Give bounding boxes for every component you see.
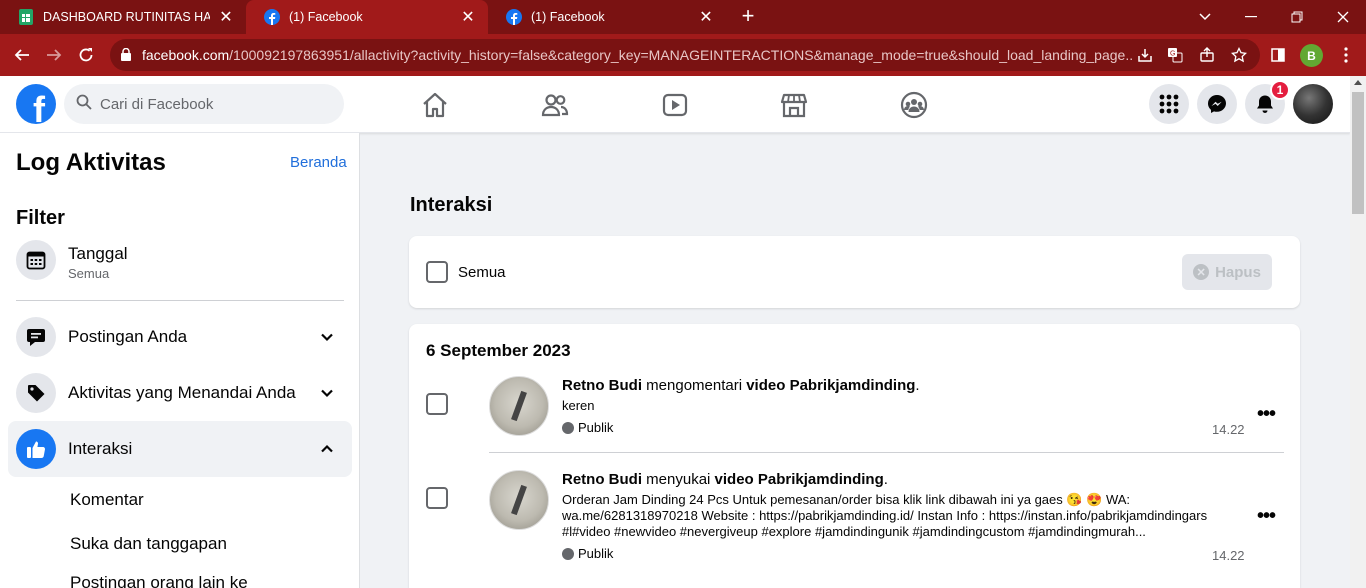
activity-time: 14.22 xyxy=(1212,422,1245,437)
chevron-down-icon[interactable] xyxy=(320,386,334,400)
select-all-label: Semua xyxy=(458,264,506,281)
activity-thumbnail[interactable] xyxy=(489,470,549,530)
browser-tab-facebook-active[interactable]: (1) Facebook ✕ xyxy=(246,0,488,34)
install-icon[interactable] xyxy=(1136,46,1154,64)
section-title: Interaksi xyxy=(410,194,493,216)
forward-arrow-icon[interactable] xyxy=(42,43,66,67)
svg-text:G: G xyxy=(1170,51,1175,58)
activity-summary[interactable]: Retno Budi menyukai video Pabrikjamdindi… xyxy=(562,471,888,488)
browser-profile-avatar[interactable]: B xyxy=(1300,44,1323,67)
tab-title: DASHBOARD RUTINITAS HARIAN xyxy=(43,10,210,24)
search-box[interactable] xyxy=(64,84,344,124)
browser-tab-dashboard[interactable]: DASHBOARD RUTINITAS HARIAN ✕ xyxy=(0,0,246,34)
select-all-checkbox[interactable] xyxy=(426,261,448,283)
thumbs-up-icon xyxy=(16,429,56,469)
messenger-icon[interactable] xyxy=(1197,84,1237,124)
date-filter-label: Tanggal xyxy=(68,244,128,263)
delete-x-icon: ✕ xyxy=(1193,264,1210,280)
activity-checkbox[interactable] xyxy=(426,393,448,415)
activity-thumbnail[interactable] xyxy=(489,376,549,436)
groups-icon[interactable] xyxy=(897,88,931,122)
chevron-up-icon[interactable] xyxy=(320,442,334,456)
delete-button[interactable]: ✕ Hapus xyxy=(1182,254,1272,290)
notification-badge: 1 xyxy=(1270,80,1290,100)
close-tab-icon[interactable]: ✕ xyxy=(218,7,234,27)
divider xyxy=(16,300,344,301)
comment-icon xyxy=(16,317,56,357)
friends-icon[interactable] xyxy=(538,88,572,122)
category-interactions[interactable]: Interaksi xyxy=(8,421,352,477)
restore-button[interactable] xyxy=(1274,0,1320,34)
kebab-menu-icon[interactable] xyxy=(1334,43,1358,67)
facebook-icon xyxy=(264,9,280,25)
new-tab-button[interactable]: + xyxy=(736,5,760,29)
facebook-header: f xyxy=(0,76,1350,133)
activity-list-card: 6 September 2023 Retno Budi mengomentari… xyxy=(409,324,1300,588)
close-tab-icon[interactable]: ✕ xyxy=(460,7,476,27)
marketplace-icon[interactable] xyxy=(777,88,811,122)
calendar-icon xyxy=(16,240,56,280)
sub-item-others-posts[interactable]: Postingan orang lain ke xyxy=(70,573,248,588)
tab-title: (1) Facebook xyxy=(289,10,363,24)
close-tab-icon[interactable]: ✕ xyxy=(698,7,714,27)
more-options-icon[interactable]: ••• xyxy=(1256,505,1276,527)
privacy-label: Publik xyxy=(562,420,613,435)
category-label: Postingan Anda xyxy=(68,327,188,346)
address-bar[interactable]: facebook.com/100092197863951/allactivity… xyxy=(110,39,1260,71)
sub-item-comments[interactable]: Komentar xyxy=(70,490,144,510)
close-window-button[interactable] xyxy=(1320,0,1366,34)
facebook-icon xyxy=(506,9,522,25)
minimize-button[interactable] xyxy=(1228,0,1274,34)
bookmark-star-icon[interactable] xyxy=(1230,46,1248,64)
share-icon[interactable] xyxy=(1198,46,1216,64)
category-label: Interaksi xyxy=(68,439,133,458)
sheets-icon xyxy=(18,9,34,25)
watch-icon[interactable] xyxy=(658,88,692,122)
lock-icon[interactable] xyxy=(121,47,131,62)
privacy-label: Publik xyxy=(562,546,613,561)
delete-button-label: Hapus xyxy=(1215,263,1261,281)
globe-icon xyxy=(562,547,574,560)
account-avatar[interactable] xyxy=(1293,84,1333,124)
home-icon[interactable] xyxy=(418,88,452,122)
activity-checkbox[interactable] xyxy=(426,487,448,509)
date-filter[interactable]: Tanggal Semua xyxy=(8,232,352,288)
browser-tab-facebook[interactable]: (1) Facebook ✕ xyxy=(488,0,726,34)
activity-post-text: Orderan Jam Dinding 24 Pcs Untuk pemesan… xyxy=(562,492,1208,539)
filter-heading: Filter xyxy=(16,207,65,229)
chevron-down-icon[interactable] xyxy=(320,330,334,344)
facebook-logo[interactable]: f xyxy=(16,84,56,124)
scrollbar-thumb[interactable] xyxy=(1352,92,1364,214)
menu-grid-icon[interactable] xyxy=(1149,84,1189,124)
url-text[interactable]: facebook.com/100092197863951/allactivity… xyxy=(142,47,1132,63)
tab-search-icon[interactable] xyxy=(1182,0,1228,34)
home-link[interactable]: Beranda xyxy=(290,154,347,171)
search-input[interactable] xyxy=(100,95,320,113)
date-heading: 6 September 2023 xyxy=(426,341,571,360)
reload-icon[interactable] xyxy=(74,43,98,67)
more-options-icon[interactable]: ••• xyxy=(1256,403,1276,425)
scroll-up-arrow-icon[interactable] xyxy=(1354,80,1362,85)
activity-log-sidebar: Log Aktivitas Beranda Filter Tanggal Sem… xyxy=(0,133,360,588)
date-filter-value: Semua xyxy=(68,266,110,281)
page-title: Log Aktivitas xyxy=(16,149,166,176)
sub-item-likes-reactions[interactable]: Suka dan tanggapan xyxy=(70,534,227,554)
activity-time: 14.22 xyxy=(1212,548,1245,563)
category-tagged-activity[interactable]: Aktivitas yang Menandai Anda xyxy=(8,365,352,421)
category-label: Aktivitas yang Menandai Anda xyxy=(68,383,296,402)
row-divider xyxy=(489,452,1284,453)
globe-icon xyxy=(562,421,574,434)
side-panel-icon[interactable] xyxy=(1266,43,1290,67)
back-arrow-icon[interactable] xyxy=(10,43,34,67)
browser-toolbar: facebook.com/100092197863951/allactivity… xyxy=(0,34,1366,76)
category-your-posts[interactable]: Postingan Anda xyxy=(8,309,352,365)
tab-title: (1) Facebook xyxy=(531,10,605,24)
activity-summary[interactable]: Retno Budi mengomentari video Pabrikjamd… xyxy=(562,377,920,394)
translate-icon[interactable]: G xyxy=(1166,46,1184,64)
search-icon xyxy=(76,94,92,115)
activity-comment-text: keren xyxy=(562,398,595,413)
browser-tab-bar: DASHBOARD RUTINITAS HARIAN ✕ (1) Faceboo… xyxy=(0,0,1366,34)
tag-icon xyxy=(16,373,56,413)
bulk-action-bar: Semua ✕ Hapus xyxy=(409,236,1300,308)
